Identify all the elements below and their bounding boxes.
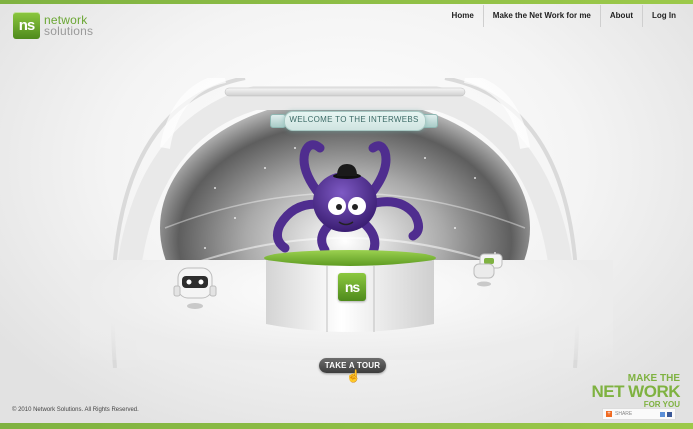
robot-left-icon[interactable] (172, 262, 218, 312)
nav-about[interactable]: About (599, 5, 642, 27)
share-network-icon-1 (660, 411, 665, 417)
welcome-sign: WELCOME TO THE INTERWEBS (270, 108, 438, 132)
copyright-text: © 2010 Network Solutions. All Rights Res… (12, 407, 139, 413)
stage: ns network solutions Home Make the Net W… (0, 0, 693, 429)
desk-ns-logo: ns (338, 273, 366, 301)
welcome-text: WELCOME TO THE INTERWEBS (289, 115, 419, 124)
octopus-mascot-icon[interactable] (255, 140, 435, 260)
share-plus-icon: + (606, 411, 612, 417)
bottom-accent-line (0, 423, 693, 429)
share-button[interactable]: + SHARE (602, 408, 676, 420)
nav-log-in[interactable]: Log In (642, 5, 685, 27)
robot-right-icon[interactable] (470, 250, 506, 290)
nav-home[interactable]: Home (443, 5, 483, 27)
ns-logo-mark: ns (13, 12, 40, 39)
top-accent-line (0, 0, 693, 4)
top-nav: Home Make the Net Work for me About Log … (443, 5, 685, 27)
tagline-line2: NET WORK (591, 382, 680, 401)
nav-make-the-net-work[interactable]: Make the Net Work for me (482, 5, 600, 27)
network-solutions-logo[interactable]: ns network solutions (13, 12, 93, 39)
cursor-hand-icon: ☝ (346, 369, 361, 383)
share-label: SHARE (615, 411, 633, 417)
logo-text-line2: solutions (44, 23, 94, 38)
share-network-icon-2 (667, 411, 672, 417)
logo-text: network solutions (44, 14, 94, 38)
tagline: MAKE THE NET WORK FOR YOU (580, 374, 680, 410)
